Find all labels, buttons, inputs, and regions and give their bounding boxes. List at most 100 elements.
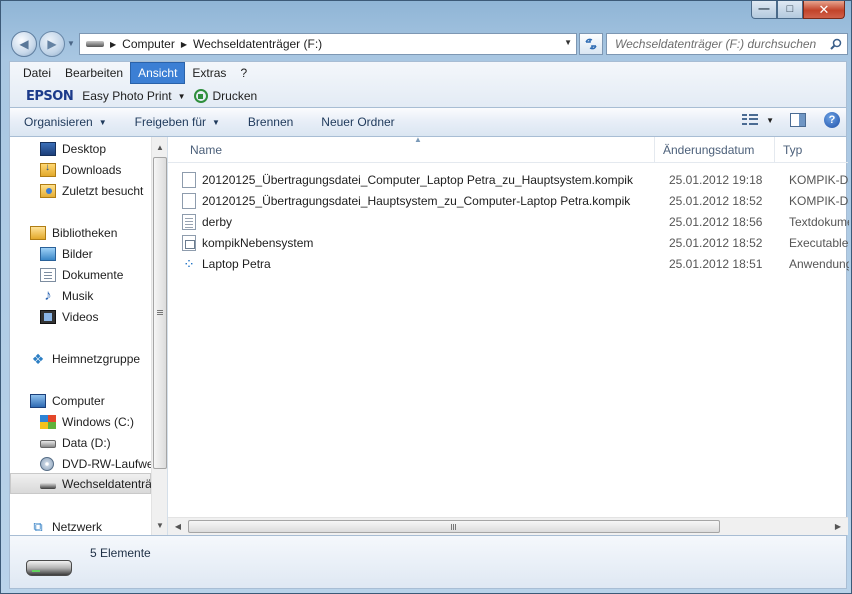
nav-scrollbar[interactable]: ▲ ▼: [151, 137, 167, 535]
libraries-icon: [30, 225, 46, 240]
forward-button[interactable]: ▶: [39, 31, 65, 57]
search-field[interactable]: Wechseldatenträger (F:) durchsuchen: [606, 33, 848, 55]
scroll-left-icon[interactable]: ◀: [170, 518, 186, 535]
nav-label: Windows (C:): [62, 414, 135, 429]
explorer-window: — □ ✕ ◀ ▶ ▼ ▶ Computer ▶ Wechseldatenträ…: [0, 0, 852, 594]
nav-item-music[interactable]: ♪ Musik: [40, 285, 93, 306]
share-button[interactable]: Freigeben für ▼: [121, 115, 234, 129]
address-bar[interactable]: ▶ Computer ▶ Wechseldatenträger (F:) ▼: [79, 33, 577, 55]
view-options-icon[interactable]: [742, 114, 759, 126]
file-row[interactable]: ⁘ Laptop Petra 25.01.2012 18:51 Anwendun…: [182, 253, 849, 274]
column-date[interactable]: Änderungsdatum: [655, 137, 775, 163]
homegroup-icon: ❖: [31, 350, 45, 367]
menu-bar: Datei Bearbeiten Ansicht Extras ?: [10, 62, 846, 84]
breadcrumb-separator-icon[interactable]: ▶: [181, 40, 187, 49]
file-type: Executable Jar File: [789, 235, 849, 250]
document-icon: [182, 192, 196, 209]
nav-label: DVD-RW-Laufwe: [62, 456, 154, 471]
minimize-button[interactable]: —: [751, 1, 777, 19]
executable-jar-icon: [182, 234, 196, 251]
address-row: ◀ ▶ ▼ ▶ Computer ▶ Wechseldatenträger (F…: [9, 29, 848, 59]
nav-item-homegroup[interactable]: ❖ Heimnetzgruppe: [30, 348, 140, 369]
maximize-button[interactable]: □: [777, 1, 803, 19]
address-dropdown-icon[interactable]: ▼: [564, 38, 572, 47]
burn-button[interactable]: Brennen: [234, 115, 307, 129]
scroll-up-icon[interactable]: ▲: [152, 139, 167, 156]
file-name: 20120125_Übertragungsdatei_Hauptsystem_z…: [202, 193, 631, 208]
recent-pages-dropdown-icon[interactable]: ▼: [67, 39, 75, 48]
nav-item-desktop[interactable]: Desktop: [40, 138, 106, 159]
close-icon: ✕: [818, 2, 830, 17]
menu-help[interactable]: ?: [233, 63, 254, 83]
file-row[interactable]: 20120125_Übertragungsdatei_Hauptsystem_z…: [182, 190, 849, 211]
menu-ansicht[interactable]: Ansicht: [130, 62, 186, 84]
easy-photo-print-button[interactable]: Easy Photo Print: [82, 89, 171, 103]
menu-datei[interactable]: Datei: [16, 63, 58, 83]
scroll-right-icon[interactable]: ▶: [830, 518, 846, 535]
back-button[interactable]: ◀: [11, 31, 37, 57]
nav-item-data-d[interactable]: Data (D:): [40, 432, 111, 453]
nav-item-network[interactable]: ⧉ Netzwerk: [30, 516, 102, 535]
file-date: 25.01.2012 18:52: [669, 235, 763, 250]
help-icon[interactable]: ?: [824, 112, 840, 128]
column-name[interactable]: Name: [182, 137, 655, 163]
chevron-down-icon[interactable]: ▼: [766, 116, 774, 125]
scroll-thumb[interactable]: [188, 520, 720, 533]
menu-extras[interactable]: Extras: [185, 63, 233, 83]
scroll-thumb[interactable]: [153, 157, 167, 469]
file-row[interactable]: derby 25.01.2012 18:56 Textdokument: [182, 211, 849, 232]
removable-drive-icon: [86, 41, 104, 47]
music-icon: ♪: [44, 286, 52, 304]
breadcrumb-computer[interactable]: Computer: [122, 37, 175, 51]
nav-item-computer[interactable]: Computer: [30, 390, 105, 411]
nav-item-recent[interactable]: Zuletzt besucht: [40, 180, 143, 201]
column-type[interactable]: Typ: [775, 137, 848, 163]
desktop-icon: [40, 141, 56, 156]
file-row[interactable]: kompikNebensystem 25.01.2012 18:52 Execu…: [182, 232, 849, 253]
refresh-icon: [585, 38, 597, 50]
file-row[interactable]: 20120125_Übertragungsdatei_Computer_Lapt…: [182, 169, 849, 190]
nav-item-pictures[interactable]: Bilder: [40, 243, 93, 264]
breadcrumb-separator-icon[interactable]: ▶: [110, 40, 116, 49]
nav-item-documents[interactable]: Dokumente: [40, 264, 123, 285]
grip-icon: [451, 524, 452, 530]
network-icon: ⧉: [33, 518, 43, 534]
removable-drive-icon: [40, 482, 56, 489]
scroll-down-icon[interactable]: ▼: [152, 517, 167, 534]
new-folder-label: Neuer Ordner: [321, 115, 395, 129]
breadcrumb-drive[interactable]: Wechseldatenträger (F:): [193, 37, 322, 51]
file-type: Textdokument: [789, 214, 849, 229]
print-button[interactable]: Drucken: [213, 89, 258, 103]
close-button[interactable]: ✕: [803, 1, 845, 19]
nav-item-windows-c[interactable]: Windows (C:): [40, 411, 134, 432]
preview-pane-icon[interactable]: [790, 113, 806, 127]
file-date: 25.01.2012 18:56: [669, 214, 763, 229]
nav-label: Bilder: [62, 246, 93, 261]
nav-item-removable-drive[interactable]: Wechseldatenträ: [10, 473, 152, 494]
nav-item-dvd[interactable]: DVD-RW-Laufwe: [40, 453, 154, 474]
toolbar-right: ▼ ?: [742, 112, 840, 128]
drive-icon: [40, 440, 56, 448]
search-icon[interactable]: [825, 38, 847, 50]
recent-places-icon: [40, 183, 56, 198]
nav-label: Musik: [62, 288, 94, 303]
chevron-down-icon[interactable]: ▼: [178, 92, 186, 101]
nav-label: Data (D:): [62, 435, 111, 450]
nav-item-downloads[interactable]: Downloads: [40, 159, 121, 180]
epson-logo: EPSON: [26, 88, 74, 104]
organize-button[interactable]: Organisieren ▼: [10, 115, 121, 129]
file-type: Anwendung: [789, 256, 849, 271]
file-type: KOMPIK-Datei: [789, 193, 849, 208]
nav-item-libraries[interactable]: Bibliotheken: [30, 222, 117, 243]
new-folder-button[interactable]: Neuer Ordner: [307, 115, 408, 129]
horizontal-scrollbar[interactable]: ◀ ▶: [168, 517, 848, 535]
pictures-icon: [40, 246, 56, 261]
nav-label: Desktop: [62, 141, 107, 156]
column-headers: ▲ Name Änderungsdatum Typ: [168, 135, 848, 163]
menu-bearbeiten[interactable]: Bearbeiten: [58, 63, 130, 83]
file-list: ▲ Name Änderungsdatum Typ 20120125_Übert…: [168, 135, 849, 535]
nav-item-videos[interactable]: Videos: [40, 306, 98, 327]
burn-label: Brennen: [247, 115, 294, 129]
refresh-button[interactable]: [579, 33, 603, 55]
nav-label: Downloads: [62, 162, 122, 177]
